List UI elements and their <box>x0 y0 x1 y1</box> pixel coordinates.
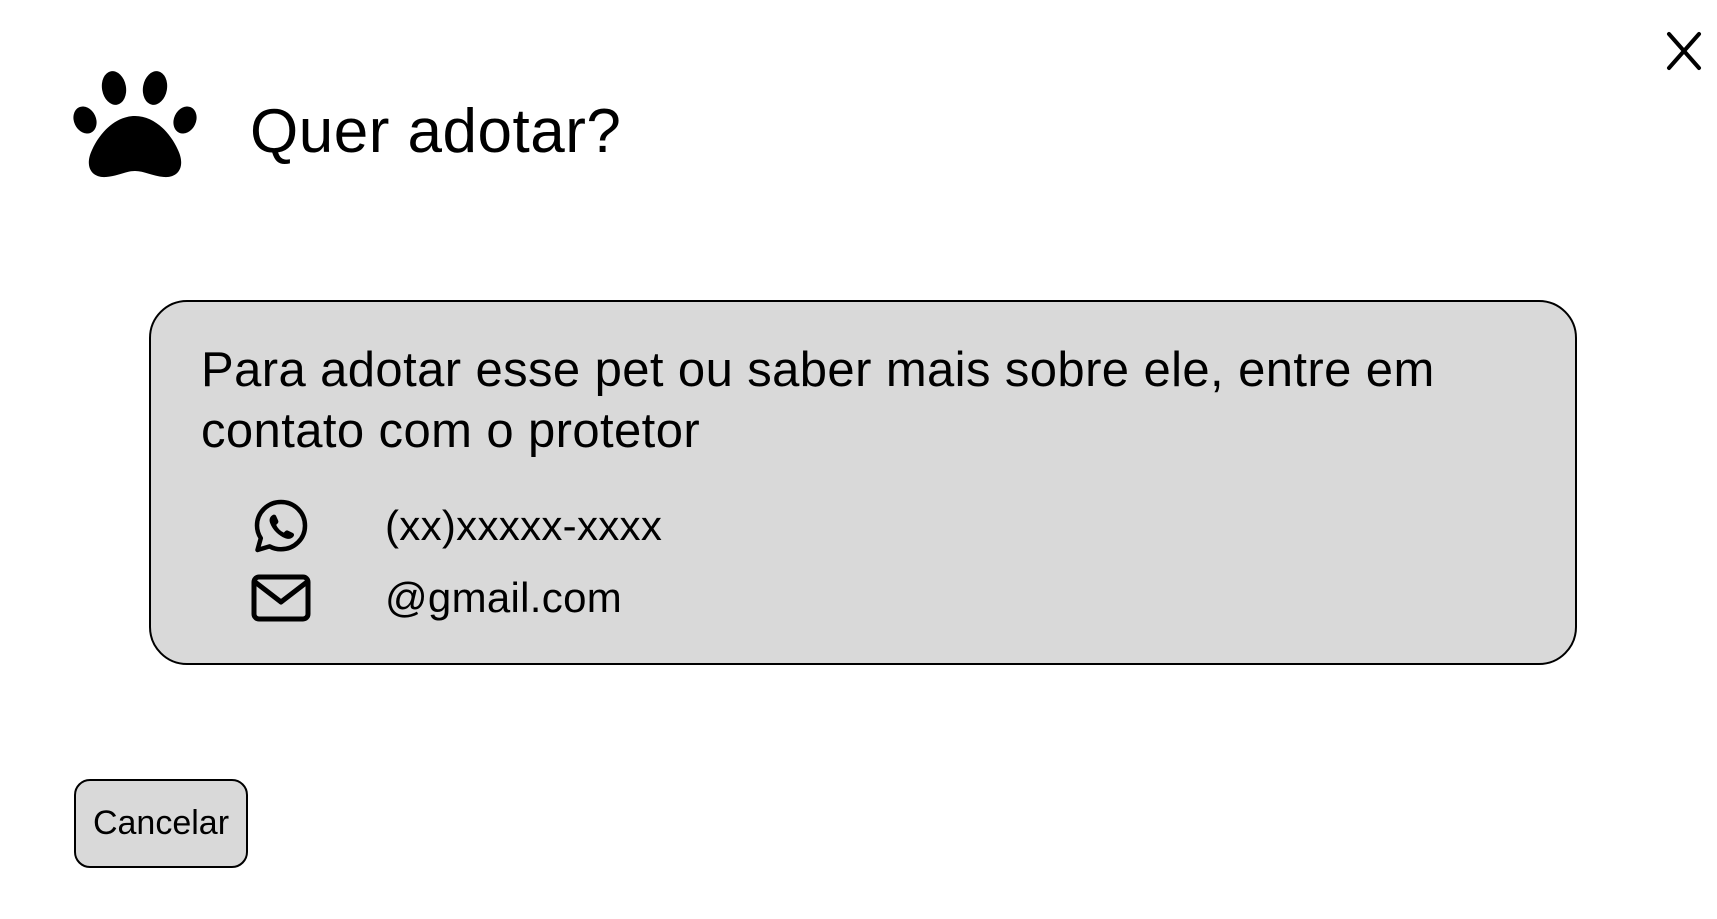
dialog-header: Quer adotar? <box>72 70 621 182</box>
info-message: Para adotar esse pet ou saber mais sobre… <box>201 343 1435 458</box>
adoption-dialog: Quer adotar? Para adotar esse pet ou sab… <box>0 0 1717 919</box>
mail-icon <box>251 570 311 626</box>
contact-info-box: Para adotar esse pet ou saber mais sobre… <box>149 300 1577 665</box>
paw-icon <box>73 71 197 178</box>
contact-row-phone: (xx)xxxxx-xxxx <box>251 498 662 554</box>
phone-number: (xx)xxxxx-xxxx <box>385 502 663 549</box>
email-address: @gmail.com <box>385 574 623 621</box>
whatsapp-icon <box>251 498 311 554</box>
close-icon <box>1667 32 1701 70</box>
dialog-title: Quer adotar? <box>250 97 622 166</box>
cancel-button[interactable]: Cancelar <box>74 779 248 868</box>
close-button[interactable] <box>1662 26 1706 76</box>
contact-row-email: @gmail.com <box>251 570 622 626</box>
